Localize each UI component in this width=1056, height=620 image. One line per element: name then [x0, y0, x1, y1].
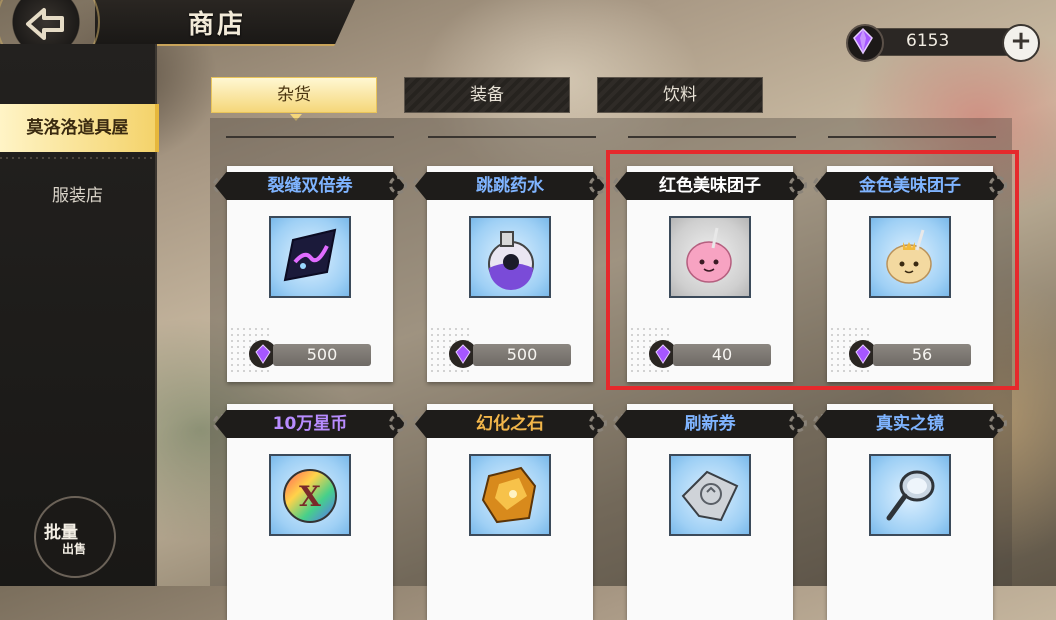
refresh-ticket-icon: [681, 470, 739, 522]
back-arrow-icon: [26, 8, 64, 40]
sidebar-item-morolo-shop[interactable]: 莫洛洛道具屋: [0, 104, 159, 152]
item-price: 500: [473, 344, 571, 366]
shop-item-card[interactable]: 裂缝双倍券 500: [213, 166, 407, 382]
gem-icon: [846, 24, 884, 62]
page-title: 商店: [188, 10, 247, 40]
add-currency-button[interactable]: +: [1002, 24, 1040, 62]
item-icon-frame: [469, 454, 551, 536]
gear-icon: [389, 176, 407, 194]
transform-stone-icon: [481, 466, 537, 524]
item-icon-frame: X: [269, 454, 351, 536]
bulk-sell-sublabel: 出售: [62, 542, 87, 556]
item-icon-frame: [269, 216, 351, 298]
sidebar-item-label: 服装店: [52, 186, 103, 206]
svg-text:X: X: [299, 480, 321, 513]
item-name: 10万星币: [215, 410, 405, 438]
item-icon-frame: [869, 454, 951, 536]
top-bar: 商店 6153 +: [0, 0, 1056, 74]
shop-item-card[interactable]: 幻化之石: [413, 404, 607, 620]
item-name: 跳跳药水: [415, 172, 605, 200]
item-name: 刷新券: [615, 410, 805, 438]
tab-equipment[interactable]: 装备: [404, 77, 570, 113]
tab-drinks[interactable]: 饮料: [597, 77, 763, 113]
gear-icon: [389, 414, 407, 432]
tab-label: 杂货: [277, 85, 311, 105]
gear-icon: [589, 176, 607, 194]
item-icon-frame: [469, 216, 551, 298]
selection-highlight: [606, 150, 1019, 390]
gear-icon: [789, 414, 807, 432]
item-price: 500: [273, 344, 371, 366]
currency-amount: 6153: [906, 31, 950, 51]
shelf-rail: [428, 136, 596, 138]
ticket-icon: [283, 228, 337, 282]
shop-item-card[interactable]: 真实之镜: [813, 404, 1007, 620]
shelf-rail: [628, 136, 796, 138]
item-name: 幻化之石: [415, 410, 605, 438]
shop-item-card[interactable]: 跳跳药水 500: [413, 166, 607, 382]
currency-display: 6153 +: [846, 24, 1040, 62]
tab-label: 装备: [470, 85, 504, 105]
shop-item-card[interactable]: 刷新券: [613, 404, 807, 620]
star-coin-icon: X: [283, 469, 337, 523]
potion-icon: [488, 231, 534, 290]
sidebar-item-clothing-shop[interactable]: 服装店: [0, 172, 155, 220]
tab-groceries[interactable]: 杂货: [211, 77, 377, 113]
tab-label: 饮料: [663, 85, 697, 105]
gear-icon: [989, 414, 1007, 432]
shelf-rail: [828, 136, 996, 138]
sidebar-item-label: 莫洛洛道具屋: [26, 118, 129, 138]
item-icon-frame: [669, 454, 751, 536]
shop-item-card[interactable]: 10万星币 X: [213, 404, 407, 620]
bulk-sell-button[interactable]: 批量 出售: [34, 496, 116, 578]
mirror-icon: [886, 470, 935, 521]
item-name: 真实之镜: [815, 410, 1005, 438]
sidebar-divider: [0, 157, 155, 159]
shelf-rail: [226, 136, 394, 138]
item-name: 裂缝双倍券: [215, 172, 405, 200]
gear-icon: [589, 414, 607, 432]
